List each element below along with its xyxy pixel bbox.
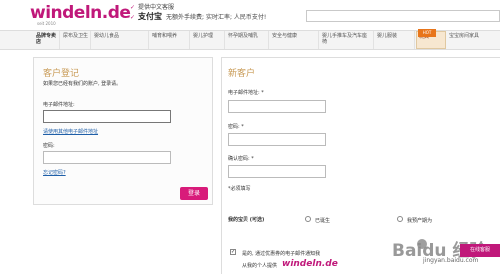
nav-item-pregnancy[interactable]: 怀孕期及哺乳 [226, 31, 269, 49]
nav-item-nursery-furniture[interactable]: 宝宝房间家具 [447, 31, 500, 49]
login-button[interactable]: 登录 [180, 187, 208, 200]
other-email-link[interactable]: 请使用其他电子邮件地址 [43, 128, 98, 135]
login-title: 客户登记 [43, 69, 80, 79]
online-service-tab[interactable]: 在线客服 [460, 244, 500, 257]
logo-tagline: seit 2010 [37, 21, 56, 26]
login-password-label: 密码: [43, 143, 55, 149]
register-confirm-label: 确认密码: * [228, 156, 254, 162]
login-subtitle: 如果您已经有我们的账户, 登录请。 [43, 81, 122, 87]
nav-item-baby-clothes[interactable]: 婴儿服装 [375, 31, 415, 49]
newsletter-label: 是的, 通过优惠券的电子邮件通知我 [242, 251, 321, 257]
nav-item-strollers-car-seats[interactable]: 婴儿手推车及汽车座椅 [320, 31, 374, 49]
nav-item-safety-health[interactable]: 安全与健康 [270, 31, 319, 49]
register-password-field[interactable] [228, 133, 326, 146]
check-icon: ✓ [130, 14, 136, 21]
register-title: 新客户 [228, 69, 256, 79]
nav-item-baby-care[interactable]: 婴儿护理 [191, 31, 225, 49]
promo-customer-service: ✓ 提供中文客服 [130, 4, 175, 11]
paw-icon [417, 239, 427, 249]
login-password-field[interactable] [43, 151, 171, 164]
register-password-label: 密码: * [228, 124, 244, 130]
alipay-logo: 支付宝 [138, 12, 163, 21]
baby-label: 我的宝贝 (可选) [228, 217, 265, 223]
promo-alipay: ✓ 支付宝 无额外手续费; 实时汇率; 人民币支付! [130, 12, 267, 21]
register-email-label: 电子邮件地址: * [228, 90, 264, 96]
radio-born-label: 已诞生 [315, 218, 331, 224]
hot-badge: HOT [418, 29, 436, 37]
nav-item-feeding[interactable]: 哺育和喂养 [150, 31, 190, 49]
register-email-field[interactable] [228, 100, 326, 113]
radio-expecting-label: 我预产期为 [407, 218, 433, 224]
login-email-field[interactable] [43, 110, 171, 123]
required-note: *必须填写 [228, 186, 251, 192]
nav-item-brand-shops[interactable]: 品牌专卖店 [34, 31, 60, 49]
nav-item-diapers[interactable]: 尿布及卫生 [61, 31, 91, 49]
radio-born[interactable] [305, 216, 311, 222]
header: windeln.de seit 2010 ✓ 提供中文客服 ✓ 支付宝 无额外手续费;… [0, 0, 500, 30]
site-logo[interactable]: windeln.de [30, 3, 131, 23]
search-input[interactable] [306, 10, 500, 22]
watermark-url: jingyan.baidu.com [423, 257, 479, 264]
radio-expecting[interactable] [397, 216, 403, 222]
check-icon: ✓ [130, 4, 136, 11]
login-email-label: 电子邮件地址: [43, 102, 75, 108]
newsletter-brand: windeln.de [282, 259, 338, 269]
newsletter-sub: 从我的个人提供 [242, 263, 278, 269]
forgot-password-link[interactable]: 忘记密码? [43, 169, 66, 176]
newsletter-checkbox[interactable]: ✓ [230, 249, 236, 255]
nav-item-baby-food[interactable]: 婴幼儿食品 [92, 31, 149, 49]
register-confirm-field[interactable] [228, 165, 326, 178]
